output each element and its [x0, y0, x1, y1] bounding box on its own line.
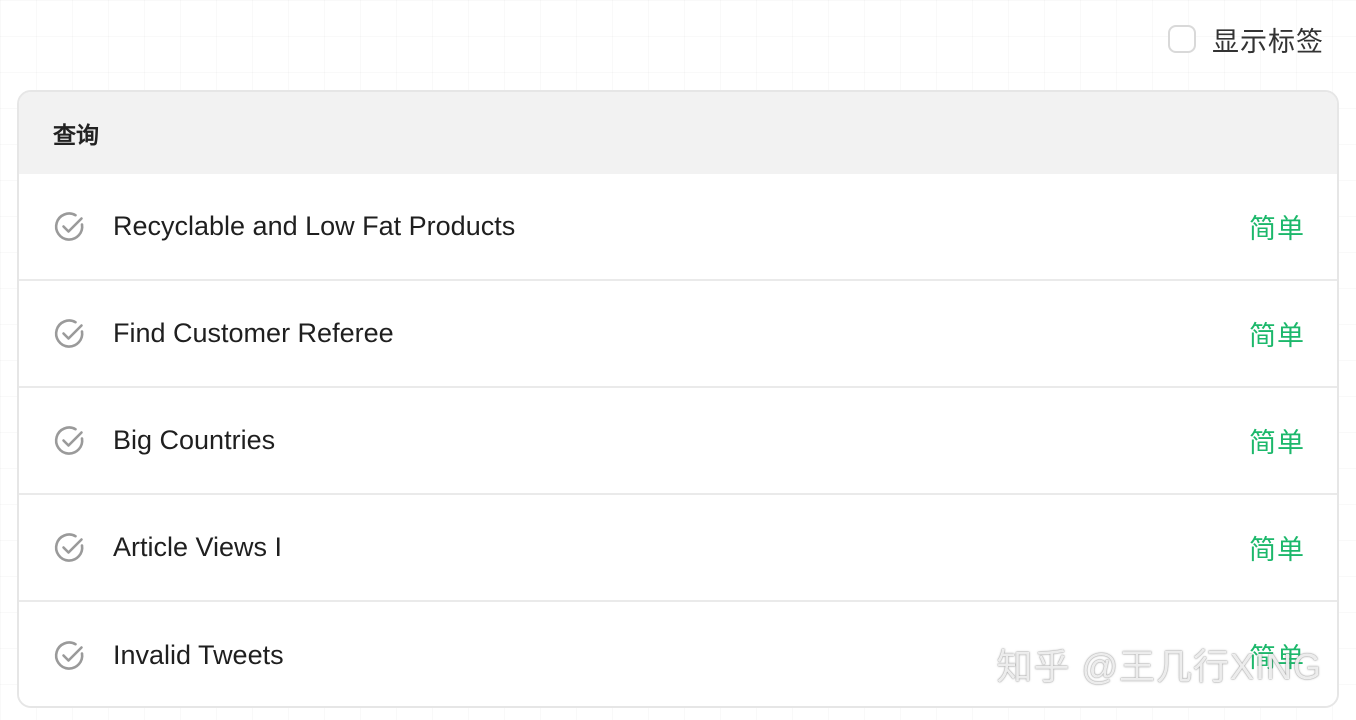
- difficulty-label: 简单: [1249, 535, 1305, 565]
- check-circle-icon: [53, 424, 87, 458]
- problem-list-card: 查询 Recyclable and Low Fat Products 简单 Fi…: [17, 90, 1339, 708]
- difficulty-label: 简单: [1249, 321, 1305, 351]
- card-title: 查询: [53, 122, 99, 148]
- show-tags-label[interactable]: 显示标签: [1212, 20, 1324, 59]
- check-circle-icon: [53, 317, 87, 351]
- show-tags-checkbox[interactable]: [1168, 25, 1196, 53]
- problem-title[interactable]: Invalid Tweets: [113, 640, 1249, 671]
- problem-title[interactable]: Find Customer Referee: [113, 318, 1249, 349]
- problem-list: Recyclable and Low Fat Products 简单 Find …: [19, 174, 1337, 706]
- problem-row[interactable]: Invalid Tweets 简单: [19, 602, 1337, 706]
- toolbar: 显示标签: [1168, 20, 1324, 58]
- problem-row[interactable]: Article Views I 简单: [19, 495, 1337, 602]
- problem-row[interactable]: Recyclable and Low Fat Products 简单: [19, 174, 1337, 281]
- problem-title[interactable]: Recyclable and Low Fat Products: [113, 211, 1249, 242]
- difficulty-label: 简单: [1249, 643, 1305, 673]
- page: 显示标签 查询 Recyclable and Low Fat Products …: [0, 0, 1356, 720]
- card-header: 查询: [19, 92, 1337, 174]
- problem-row[interactable]: Find Customer Referee 简单: [19, 281, 1337, 388]
- difficulty-label: 简单: [1249, 214, 1305, 244]
- problem-row[interactable]: Big Countries 简单: [19, 388, 1337, 495]
- check-circle-icon: [53, 639, 87, 673]
- problem-title[interactable]: Big Countries: [113, 425, 1249, 456]
- difficulty-label: 简单: [1249, 428, 1305, 458]
- check-circle-icon: [53, 531, 87, 565]
- check-circle-icon: [53, 210, 87, 244]
- problem-title[interactable]: Article Views I: [113, 532, 1249, 563]
